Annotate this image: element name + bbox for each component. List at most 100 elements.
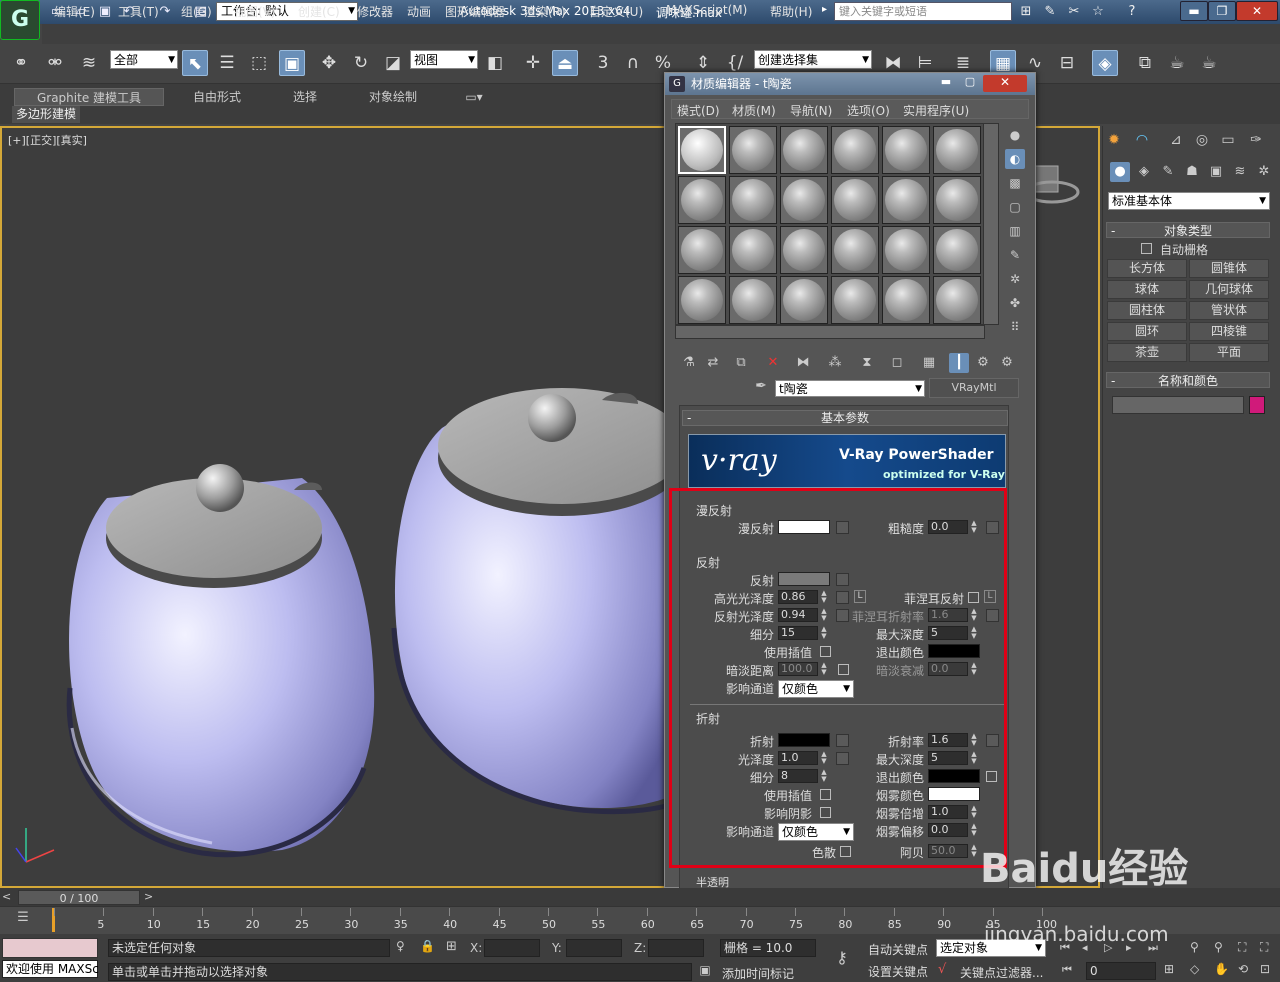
zoom-extents-all-icon[interactable]: ⛶	[1260, 940, 1278, 955]
pyramid-button[interactable]: 四棱锥	[1189, 322, 1269, 341]
sample-slot[interactable]	[933, 126, 981, 174]
menu-modifiers[interactable]: 修改器	[357, 3, 393, 20]
minimize-button[interactable]: ▬	[935, 75, 957, 92]
select-manipulate-icon[interactable]: ✛	[520, 50, 546, 76]
menu-customize[interactable]: 自定义(U)	[589, 3, 643, 20]
bind-space-warp-icon[interactable]: ≋	[76, 50, 102, 76]
menu-graph-editors[interactable]: 图形编辑器	[445, 3, 505, 20]
box-button[interactable]: 长方体	[1107, 259, 1187, 278]
tab-selection[interactable]: 选择	[284, 88, 326, 106]
key-mode-icon[interactable]: ⏮	[1062, 963, 1082, 977]
go-to-parent-icon[interactable]: ⚙	[973, 353, 993, 373]
object-type-rollout-header[interactable]: - 对象类型	[1106, 222, 1270, 238]
shapes-icon[interactable]: ◈	[1134, 162, 1154, 182]
go-forward-to-sibling-icon[interactable]: ⚙	[997, 353, 1017, 373]
select-by-name-icon[interactable]: ☰	[214, 50, 240, 76]
object-color-swatch[interactable]	[1249, 396, 1265, 414]
maximize-viewport-icon[interactable]: ⊡	[1260, 962, 1278, 976]
zoom-extents-icon[interactable]: ⛶	[1238, 940, 1256, 955]
geometry-category-dropdown[interactable]: 标准基本体 ▼	[1108, 192, 1270, 210]
isolate-selection-icon[interactable]: ♀	[396, 939, 410, 953]
options-icon[interactable]: ✲	[1005, 269, 1025, 289]
current-frame-input[interactable]: 0	[1086, 962, 1156, 980]
put-to-library-icon[interactable]: ⧗	[857, 353, 877, 373]
create-panel-icon[interactable]: ✹	[1104, 130, 1124, 150]
ribbon-options-icon[interactable]: ▭▾	[462, 88, 486, 106]
plane-button[interactable]: 平面	[1189, 343, 1269, 362]
menu-help[interactable]: 帮助(H)	[770, 3, 812, 20]
utilities-panel-icon[interactable]: ✑	[1246, 130, 1266, 150]
sample-slot[interactable]	[780, 176, 828, 224]
show-map-in-viewport-icon[interactable]: ▦	[919, 353, 939, 373]
add-time-tag-button[interactable]: 添加时间标记	[722, 965, 794, 982]
sample-slot[interactable]	[882, 176, 930, 224]
me-menu-material[interactable]: 材质(M)	[732, 102, 776, 119]
torus-button[interactable]: 圆环	[1107, 322, 1187, 341]
cameras-icon[interactable]: ☗	[1182, 162, 1202, 182]
sample-slot[interactable]	[882, 276, 930, 324]
sample-slot[interactable]	[933, 176, 981, 224]
modify-panel-icon[interactable]: ◠	[1132, 130, 1152, 150]
key-filters-button[interactable]: 关键点过滤器...	[960, 964, 1043, 981]
jar-right[interactable]	[391, 388, 686, 815]
maxscript-mini-listener[interactable]: 欢迎使用 MAXSc	[2, 960, 99, 978]
schematic-view-icon[interactable]: ⊟	[1054, 50, 1080, 76]
favorites-star-icon[interactable]: ☆	[1088, 3, 1108, 21]
binoculars-icon[interactable]: ⊞	[1016, 3, 1036, 21]
sample-slot[interactable]	[933, 226, 981, 274]
tab-freeform[interactable]: 自由形式	[180, 88, 254, 106]
angle-snap-icon[interactable]: ∩	[620, 50, 646, 76]
sample-type-icon[interactable]: ●	[1005, 125, 1025, 145]
sample-slot[interactable]	[831, 176, 879, 224]
pivot-center-icon[interactable]: ◧	[482, 50, 508, 76]
time-slider-left-arrow-icon[interactable]: <	[2, 890, 11, 903]
polygon-modeling-panel[interactable]: 多边形建模	[12, 106, 81, 123]
show-end-result-icon[interactable]: ┃	[949, 353, 969, 373]
select-object-icon[interactable]: ⬉	[182, 50, 208, 76]
menu-group[interactable]: 组(G)	[181, 3, 212, 20]
menu-create[interactable]: 创建(C)	[298, 3, 340, 20]
me-menu-modes[interactable]: 模式(D)	[677, 102, 720, 119]
sample-slot[interactable]	[780, 276, 828, 324]
zoom-icon[interactable]: ⚲	[1190, 940, 1208, 954]
hierarchy-panel-icon[interactable]: ⊿	[1166, 130, 1186, 150]
help-icon[interactable]: ?	[1122, 3, 1142, 21]
menu-maxscript[interactable]: MAXScript(M)	[666, 3, 747, 17]
sphere-button[interactable]: 球体	[1107, 280, 1187, 299]
search-input[interactable]: 键入关键字或短语	[834, 2, 1012, 21]
rotate-icon[interactable]: ↻	[348, 50, 374, 76]
name-color-rollout-header[interactable]: - 名称和颜色	[1106, 372, 1270, 388]
render-production-icon[interactable]: ☕	[1196, 50, 1222, 76]
cylinder-button[interactable]: 圆柱体	[1107, 301, 1187, 320]
expand-arrow-icon[interactable]: ▸	[822, 4, 827, 15]
x-coordinate-input[interactable]	[484, 939, 540, 957]
time-slider[interactable]: 0 / 100	[18, 890, 140, 905]
material-id-channel-icon[interactable]: ◻	[887, 353, 907, 373]
app-logo-icon[interactable]: G	[0, 0, 40, 40]
sample-slot[interactable]	[882, 126, 930, 174]
object-name-input[interactable]	[1112, 396, 1244, 414]
cone-button[interactable]: 圆锥体	[1189, 259, 1269, 278]
select-by-material-icon[interactable]: ✤	[1005, 293, 1025, 313]
me-menu-options[interactable]: 选项(O)	[847, 102, 890, 119]
backlight-icon[interactable]: ◐	[1005, 149, 1025, 169]
video-color-check-icon[interactable]: ▥	[1005, 221, 1025, 241]
close-button[interactable]: ✕	[1236, 1, 1278, 21]
space-warps-icon[interactable]: ≋	[1230, 162, 1250, 182]
sample-slot[interactable]	[882, 226, 930, 274]
menu-edit[interactable]: 编辑(E)	[54, 3, 95, 20]
keyboard-shortcut-override-icon[interactable]: ⏏	[552, 50, 578, 76]
display-panel-icon[interactable]: ▭	[1218, 130, 1238, 150]
systems-icon[interactable]: ✲	[1254, 162, 1274, 182]
save-file-icon[interactable]: ▣	[96, 3, 114, 21]
autogrid-checkbox[interactable]	[1141, 243, 1152, 254]
time-slider-right-arrow-icon[interactable]: >	[144, 890, 153, 903]
background-checker-icon[interactable]: ▩	[1005, 173, 1025, 193]
sample-slot[interactable]	[933, 276, 981, 324]
sample-slot[interactable]	[678, 276, 726, 324]
set-key-icon[interactable]: ⚷	[828, 948, 856, 970]
snaps-toggle-icon[interactable]: 3	[590, 50, 616, 76]
communication-icon[interactable]: ✂	[1064, 3, 1084, 21]
absolute-mode-icon[interactable]: ⊞	[446, 939, 464, 954]
reference-coordinate-dropdown[interactable]: 视图 ▼	[410, 50, 478, 69]
